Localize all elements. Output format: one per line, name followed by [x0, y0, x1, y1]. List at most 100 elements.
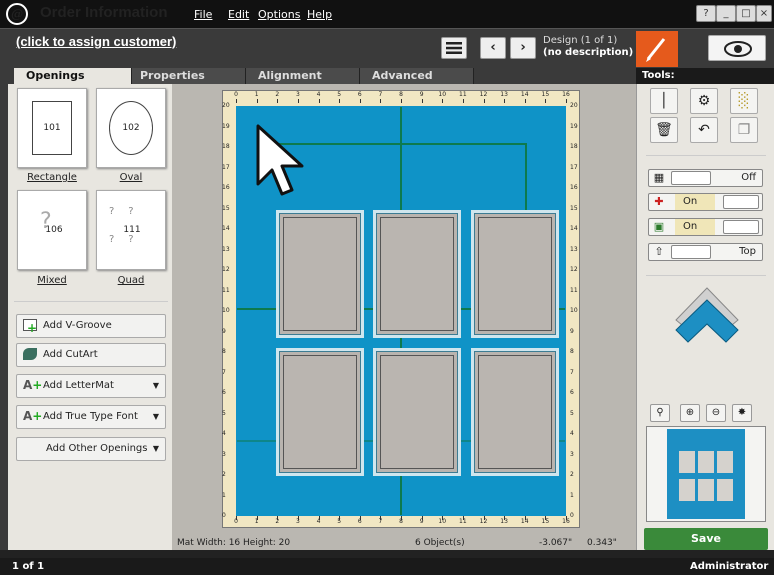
ruler-tick-mark: [297, 99, 299, 103]
opening-quad[interactable]: ???? 111: [96, 190, 166, 270]
ruler-tick-label: 4: [222, 430, 226, 437]
ruler-icon: ░: [738, 93, 750, 109]
trash-icon: 🗑: [655, 122, 673, 138]
mat-opening[interactable]: [471, 210, 559, 338]
ruler-tick-label: 20: [570, 102, 578, 109]
ruler-tick-mark: [256, 516, 258, 520]
font-icon: A+: [23, 409, 43, 423]
ruler-tick-label: 4: [570, 430, 574, 437]
status-bar: 1 of 1 Administrator: [0, 558, 774, 575]
toggle-switch: [671, 245, 711, 259]
ruler-tick-label: 9: [570, 327, 574, 335]
zoom-fit-button[interactable]: ⚲: [650, 404, 670, 422]
snap-toggle[interactable]: ▣ On: [648, 218, 763, 236]
layer-toggle-state: Top: [739, 246, 756, 257]
close-button[interactable]: ×: [756, 5, 772, 22]
layer-toggle[interactable]: ⇧ Top: [648, 243, 763, 261]
mat-opening[interactable]: [276, 210, 364, 338]
edit-design-button[interactable]: [636, 31, 678, 67]
bevel-toggle[interactable]: ▦ Off: [648, 169, 763, 187]
crosshair-toggle[interactable]: ✚ On: [648, 193, 763, 211]
help-button[interactable]: ?: [696, 5, 716, 22]
zoom-reset-button[interactable]: ✸: [732, 404, 752, 422]
zoom-out-button[interactable]: ⊖: [706, 404, 726, 422]
maximize-button[interactable]: □: [736, 5, 756, 22]
menu-help[interactable]: Help: [307, 8, 332, 21]
ruler-tick-label: 18: [570, 143, 578, 150]
tab-properties[interactable]: Properties: [132, 68, 246, 84]
opening-label-oval[interactable]: Oval: [96, 172, 166, 183]
mat-size-text: Mat Width: 16 Height: 20: [177, 538, 291, 548]
ruler-tick-label: 2: [570, 471, 574, 478]
opening-label-mixed[interactable]: Mixed: [17, 275, 87, 286]
delete-button[interactable]: 🗑: [650, 117, 678, 143]
ruler-tick-label: 10: [222, 307, 230, 314]
copy-icon: ❐: [737, 122, 751, 138]
ruler-tick-label: 9: [222, 327, 226, 335]
zoom-in-button[interactable]: ⊕: [680, 404, 700, 422]
undo-button[interactable]: ↶: [690, 117, 718, 143]
add-lettermat-button[interactable]: A+Add LetterMat ▼: [16, 374, 166, 398]
gear-icon: ⚙: [697, 93, 711, 109]
move-up-arrow-icon[interactable]: [672, 284, 742, 350]
add-true-type-font-button[interactable]: A+Add True Type Font ▼: [16, 405, 166, 429]
next-design-button[interactable]: ›: [510, 37, 536, 59]
ruler-tick-label: 17: [222, 163, 230, 171]
add-true-type-font-label: Add True Type Font: [43, 411, 138, 422]
ruler-tick-label: 16: [570, 184, 578, 191]
preview-button[interactable]: [708, 35, 766, 61]
ruler-tool-button[interactable]: ░: [730, 88, 758, 114]
lettermat-icon: A+: [23, 378, 43, 392]
ruler-tick-mark: [339, 99, 341, 103]
hamburger-menu-button[interactable]: [441, 37, 467, 59]
menu-edit[interactable]: Edit: [228, 8, 249, 21]
opening-oval[interactable]: 102: [96, 88, 166, 168]
ruler-tick-mark: [524, 516, 526, 520]
ruler-tick-mark: [359, 99, 361, 103]
opening-mixed[interactable]: ? 106: [17, 190, 87, 270]
tab-openings[interactable]: Openings: [14, 68, 132, 84]
tab-alignment[interactable]: Alignment: [246, 68, 360, 84]
toggle-switch: [723, 220, 759, 234]
ruler-tick-label: 3: [295, 91, 300, 98]
mat-opening[interactable]: [373, 210, 461, 338]
opening-label-rectangle[interactable]: Rectangle: [17, 172, 87, 183]
minimap-mat: [667, 429, 745, 519]
ruler-tick-mark: [359, 516, 361, 520]
add-cutart-button[interactable]: Add CutArt: [16, 343, 166, 367]
ruler-tick-mark: [524, 99, 526, 103]
ruler-tick-mark: [380, 99, 382, 103]
zoom-reset-icon: ✸: [737, 407, 747, 418]
opening-label-quad[interactable]: Quad: [96, 275, 166, 286]
bevel-icon: ▦: [653, 171, 665, 184]
mat-opening[interactable]: [276, 348, 364, 476]
ruler-tick-label: 19: [222, 122, 230, 130]
minimize-button[interactable]: _: [716, 5, 736, 22]
mat-opening[interactable]: [471, 348, 559, 476]
mat-opening[interactable]: [373, 348, 461, 476]
add-other-openings-button[interactable]: Add Other Openings ▼: [16, 437, 166, 461]
copy-button[interactable]: ❐: [730, 117, 758, 143]
ruler-tick-label: 12: [570, 266, 578, 273]
previous-design-button[interactable]: ‹: [480, 37, 506, 59]
ruler-tick-mark: [545, 516, 547, 520]
minimap-opening: [679, 451, 695, 473]
opening-rectangle[interactable]: 101: [17, 88, 87, 168]
assign-customer-link[interactable]: (click to assign customer): [16, 34, 176, 49]
add-lettermat-label: Add LetterMat: [43, 380, 114, 391]
bottom-ruler: 0 1 2 3 4 5 6 7 8 9 10 11 12 13 14 15 16: [234, 516, 570, 528]
knife-tool-button[interactable]: │: [650, 88, 678, 114]
menu-options[interactable]: Options: [258, 8, 300, 21]
tab-advanced[interactable]: Advanced: [360, 68, 474, 84]
settings-tool-button[interactable]: ⚙: [690, 88, 718, 114]
opening-window: [380, 217, 454, 331]
save-button[interactable]: Save: [644, 528, 768, 550]
ruler-tick-label: 16: [562, 91, 570, 98]
ruler-tick-label: 8: [399, 91, 403, 98]
add-v-groove-button[interactable]: + Add V-Groove: [16, 314, 166, 338]
menu-file[interactable]: File: [194, 8, 212, 21]
ruler-tick-label: 16: [222, 184, 230, 191]
ruler-tick-label: 14: [570, 225, 578, 232]
ruler-tick-mark: [462, 516, 464, 520]
minimap-preview[interactable]: [646, 426, 766, 522]
